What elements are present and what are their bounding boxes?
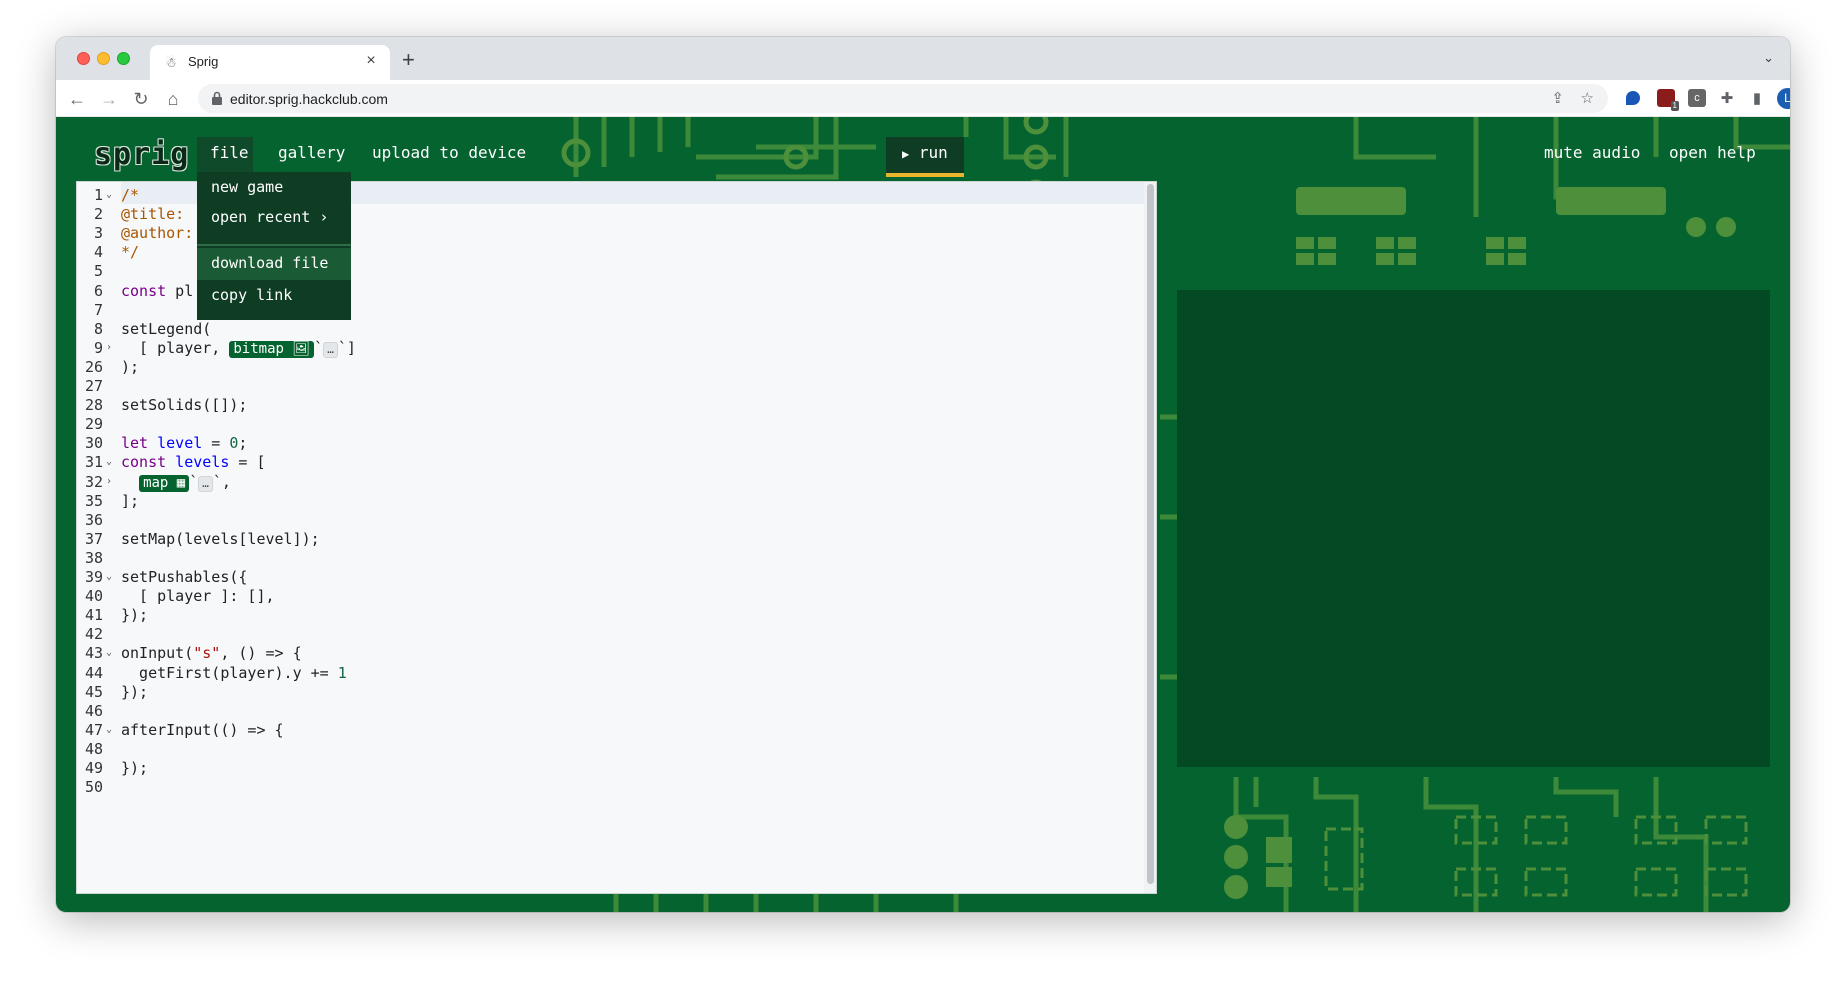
editor-scrollbar[interactable]	[1144, 182, 1156, 893]
forward-arrow-icon[interactable]: →	[98, 88, 120, 110]
code-token: });	[121, 606, 149, 625]
code-token: getFirst(player).y +=	[121, 663, 338, 682]
code-token: "s"	[193, 644, 221, 663]
code-line[interactable]: 50	[77, 776, 1156, 798]
ublock-extension-icon[interactable]: 1	[1657, 89, 1679, 111]
extensions-puzzle-icon[interactable]: ✚	[1716, 88, 1738, 110]
menu-gallery[interactable]: gallery	[278, 143, 345, 162]
menu-new-game[interactable]: new game	[197, 172, 351, 204]
tab-strip: ☃ Sprig × + ⌄	[56, 37, 1790, 80]
code-token: afterInput(() => {	[121, 720, 284, 739]
menu-file[interactable]: file	[197, 137, 253, 172]
menu-download-file[interactable]: download file	[197, 248, 351, 280]
menu-open-recent[interactable]: open recent ›	[197, 202, 351, 234]
code-token: `,	[212, 472, 231, 491]
lock-icon	[212, 91, 222, 105]
code-token: `]	[337, 338, 356, 357]
sprig-logo[interactable]: sprig	[94, 137, 189, 172]
side-panel-icon[interactable]: ▮	[1746, 88, 1768, 110]
browser-window: ☃ Sprig × + ⌄ ← → ↻ ⌂ editor.sprig.hackc…	[56, 37, 1790, 912]
code-token: */	[121, 243, 140, 262]
play-icon: ▶	[902, 147, 910, 161]
line-number: 50	[84, 778, 103, 797]
run-button[interactable]: ▶ run	[886, 137, 964, 177]
editor-scrollbar-thumb[interactable]	[1147, 184, 1154, 884]
code-token: setMap(levels[level]);	[121, 529, 320, 548]
open-help-button[interactable]: open help	[1669, 143, 1756, 162]
zoom-window-button[interactable]	[117, 52, 130, 65]
code-token: levels	[166, 453, 230, 472]
extension-badge: 1	[1670, 101, 1679, 111]
close-window-button[interactable]	[77, 52, 90, 65]
sprig-favicon-icon: ☃	[165, 55, 177, 70]
code-token: ];	[121, 491, 140, 510]
home-icon[interactable]: ⌂	[162, 88, 184, 110]
code-token: let	[121, 434, 149, 453]
code-token: [ player ]: [],	[121, 587, 275, 606]
browser-toolbar: ← → ↻ ⌂ editor.sprig.hackclub.com ⇪ ☆ 1 …	[56, 80, 1790, 117]
code-token: @author:	[121, 224, 194, 243]
address-bar[interactable]: editor.sprig.hackclub.com ⇪ ☆	[198, 84, 1608, 113]
tab-search-chevron-icon[interactable]: ⌄	[1763, 50, 1774, 66]
back-arrow-icon[interactable]: ←	[66, 88, 88, 110]
code-token: `	[189, 472, 199, 491]
mute-audio-button[interactable]: mute audio	[1544, 143, 1640, 162]
menu-divider	[197, 244, 351, 246]
file-dropdown-menu: new game open recent › download file cop…	[197, 172, 351, 320]
new-tab-icon[interactable]: +	[402, 47, 415, 73]
code-token: });	[121, 759, 149, 777]
code-token: setSolids([]);	[121, 396, 248, 415]
code-token: , () => {	[220, 644, 302, 663]
reload-icon[interactable]: ↻	[130, 88, 152, 110]
code-token: });	[121, 682, 149, 701]
profile-avatar[interactable]: L	[1777, 88, 1790, 109]
bookmark-star-icon[interactable]: ☆	[1581, 89, 1594, 107]
share-icon[interactable]: ⇪	[1551, 89, 1564, 107]
code-token: = [	[229, 453, 266, 472]
menu-upload-to-device[interactable]: upload to device	[372, 143, 526, 162]
tab-close-icon[interactable]: ×	[362, 52, 380, 70]
game-canvas[interactable]	[1177, 290, 1770, 767]
code-token: const	[121, 453, 167, 472]
code-token: onInput(	[121, 644, 194, 663]
code-token: `	[314, 338, 324, 357]
tab-sprig[interactable]: ☃ Sprig ×	[150, 45, 390, 80]
minimize-window-button[interactable]	[97, 52, 110, 65]
sprig-page: sprig file gallery upload to device ▶ ru…	[56, 117, 1790, 912]
url-text: editor.sprig.hackclub.com	[230, 91, 388, 107]
code-token: pl	[166, 281, 194, 300]
tab-title: Sprig	[188, 54, 219, 69]
code-token: setLegend(	[121, 319, 212, 338]
run-label: run	[918, 143, 948, 162]
extension-shield-icon[interactable]	[1626, 91, 1640, 105]
code-token: const	[121, 281, 167, 300]
code-token: level	[148, 434, 203, 453]
code-token: setPushables({	[121, 568, 248, 586]
code-token: ;	[238, 434, 248, 453]
code-token: @title:	[121, 205, 194, 224]
menu-copy-link[interactable]: copy link	[197, 280, 351, 312]
code-token: [ player,	[121, 338, 230, 357]
code-token: =	[202, 434, 230, 453]
code-token: /*	[121, 186, 140, 204]
c-extension-icon[interactable]: c	[1688, 89, 1706, 107]
code-token: );	[121, 357, 140, 376]
code-token: 1	[337, 663, 347, 682]
